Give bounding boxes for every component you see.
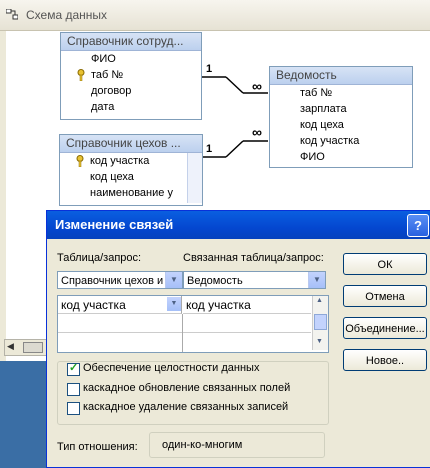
grid-divider xyxy=(182,314,183,352)
help-button[interactable]: ? xyxy=(407,214,429,237)
relation-one-label: 1 xyxy=(206,63,213,75)
chevron-down-icon[interactable]: ▼ xyxy=(308,272,325,288)
integrity-label: Обеспечение целостности данных xyxy=(83,362,260,374)
field-item: договор xyxy=(91,85,132,97)
dialog-title: Изменение связей xyxy=(47,211,430,239)
table-vedomost[interactable]: Ведомость таб № зарплата код цеха код уч… xyxy=(269,66,413,168)
arrow-down-icon[interactable]: ▼ xyxy=(316,338,323,345)
cancel-button[interactable]: Отмена xyxy=(343,285,427,307)
arrow-up-icon[interactable]: ▲ xyxy=(316,297,323,304)
field-item: зарплата xyxy=(300,103,347,115)
grid-empty-row[interactable] xyxy=(58,314,311,333)
ok-button[interactable]: ОК xyxy=(343,253,427,275)
checkmark-icon: ✓ xyxy=(69,362,79,374)
related-table-label: Связанная таблица/запрос: xyxy=(183,252,324,264)
cascade-delete-checkbox[interactable] xyxy=(67,402,80,415)
field-item: ФИО xyxy=(91,53,116,65)
horizontal-scrollbar[interactable]: ◀ xyxy=(4,339,48,356)
relation-one-label: 1 xyxy=(206,143,213,155)
grid-cell-left[interactable]: код участка ▼ xyxy=(58,296,182,314)
field-item: дата xyxy=(91,101,115,113)
relation-many-label: ∞ xyxy=(252,78,262,94)
fields-grid[interactable]: код участка ▼ код участка ▲ ▼ xyxy=(57,295,329,353)
field-item: код участка xyxy=(300,135,360,147)
field-item: таб № xyxy=(300,87,333,99)
edit-relationships-dialog: Изменение связей ? Таблица/запрос: Связа… xyxy=(46,210,430,468)
relation-many-label: ∞ xyxy=(252,124,262,140)
field-item: таб № xyxy=(61,67,201,83)
table-title[interactable]: Справочник сотруд... xyxy=(61,33,201,51)
integrity-checkbox[interactable]: ✓ xyxy=(67,362,80,376)
create-new-button[interactable]: Новое.. xyxy=(343,349,427,371)
key-icon xyxy=(77,69,85,81)
arrow-left-icon[interactable]: ◀ xyxy=(7,341,14,352)
table-label: Таблица/запрос: xyxy=(57,252,142,264)
table-title[interactable]: Ведомость xyxy=(270,67,412,85)
table-employees[interactable]: Справочник сотруд... ФИО таб № договор д… xyxy=(60,32,202,120)
table-select[interactable]: Справочник цехов и ▼ xyxy=(57,271,183,289)
field-item: код цеха xyxy=(90,171,134,183)
field-item: код участка xyxy=(60,153,202,169)
table-title[interactable]: Справочник цехов ... xyxy=(60,135,202,153)
cascade-delete-label: каскадное удаление связанных записей xyxy=(83,401,289,413)
cascade-update-checkbox[interactable] xyxy=(67,383,80,396)
field-item: наименование у xyxy=(90,187,173,199)
table-workshops[interactable]: Справочник цехов ... код участка код цех… xyxy=(59,134,203,206)
field-item: ФИО xyxy=(300,151,325,163)
scroll-thumb[interactable] xyxy=(23,342,43,353)
grid-scrollbar[interactable]: ▲ ▼ xyxy=(312,296,328,350)
field-item: код цеха xyxy=(300,119,344,131)
cascade-update-label: каскадное обновление связанных полей xyxy=(83,382,291,394)
scrollbar[interactable] xyxy=(187,153,202,203)
join-type-button[interactable]: Объединение... xyxy=(343,317,427,339)
relation-type-value: один-ко-многим xyxy=(149,432,325,458)
scroll-thumb[interactable] xyxy=(314,314,327,330)
relation-type-label: Тип отношения: xyxy=(57,441,138,453)
grid-cell-right[interactable]: код участка xyxy=(183,296,311,314)
chevron-down-icon[interactable]: ▼ xyxy=(167,297,181,311)
chevron-down-icon[interactable]: ▼ xyxy=(165,272,182,288)
related-table-select[interactable]: Ведомость ▼ xyxy=(183,271,326,289)
key-icon xyxy=(76,155,84,167)
